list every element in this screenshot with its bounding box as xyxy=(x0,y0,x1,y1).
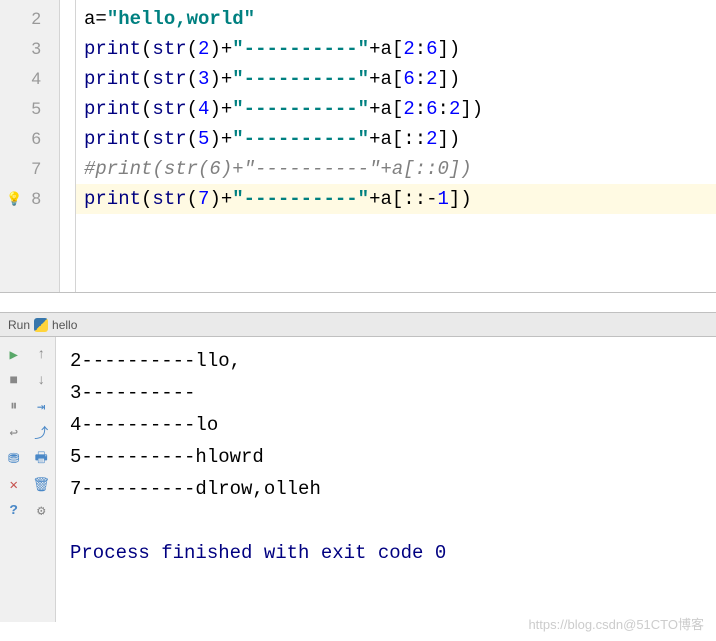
console-line: 4----------lo xyxy=(70,409,702,441)
code-line[interactable]: print(str(5)+"----------"+a[::2]) xyxy=(76,124,716,154)
trash-icon[interactable]: 🗑 xyxy=(31,475,51,495)
code-area[interactable]: a="hello,world"print(str(2)+"----------"… xyxy=(76,0,716,292)
scroll-up-icon[interactable]: ↑ xyxy=(31,345,51,365)
python-icon xyxy=(34,318,48,332)
divider xyxy=(0,293,716,313)
scroll-down-icon[interactable]: ↓ xyxy=(31,371,51,391)
console-line: 3---------- xyxy=(70,377,702,409)
run-tab-bar[interactable]: Run hello xyxy=(0,313,716,337)
line-number: 6 xyxy=(0,124,59,154)
step-icon[interactable]: ⇥ xyxy=(31,397,51,417)
code-line[interactable]: a="hello,world" xyxy=(76,4,716,34)
console-line: Process finished with exit code 0 xyxy=(70,537,702,569)
export-icon[interactable]: ⤴ xyxy=(31,423,51,443)
line-number: 2 xyxy=(0,4,59,34)
console-line: 7----------dlrow,olleh xyxy=(70,473,702,505)
run-icon[interactable]: ▶ xyxy=(4,345,24,365)
run-toolbar: ▶ ↑ ■ ↓ ⏸ ⇥ ↩ ⤴ ⛃ 🖶 ✕ 🗑 ? ⚙ xyxy=(0,337,56,622)
console-line: 2----------llo, xyxy=(70,345,702,377)
console-panel: ▶ ↑ ■ ↓ ⏸ ⇥ ↩ ⤴ ⛃ 🖶 ✕ 🗑 ? ⚙ 2----------l… xyxy=(0,337,716,622)
console-line: 5----------hlowrd xyxy=(70,441,702,473)
pause-icon[interactable]: ⏸ xyxy=(4,397,24,417)
print-icon[interactable]: 🖶 xyxy=(31,449,51,469)
line-number: 3 xyxy=(0,34,59,64)
close-icon[interactable]: ✕ xyxy=(4,475,24,495)
code-line[interactable]: print(str(2)+"----------"+a[2:6]) xyxy=(76,34,716,64)
fold-strip xyxy=(60,0,76,292)
console-line xyxy=(70,505,702,537)
wrap-icon[interactable]: ↩ xyxy=(4,423,24,443)
gutter: 2345678 xyxy=(0,0,60,292)
line-number: 7 xyxy=(0,154,59,184)
script-name: hello xyxy=(52,318,77,332)
help-icon[interactable]: ? xyxy=(4,501,24,521)
filter-icon[interactable]: ⛃ xyxy=(4,449,24,469)
line-number: 8 xyxy=(0,184,59,214)
stop-icon[interactable]: ■ xyxy=(4,371,24,391)
watermark: https://blog.csdn@51CTO博客 xyxy=(528,614,704,633)
console-output[interactable]: 2----------llo,3----------4----------lo5… xyxy=(56,337,716,622)
code-line[interactable]: print(str(3)+"----------"+a[6:2]) xyxy=(76,64,716,94)
code-line[interactable]: #print(str(6)+"----------"+a[::0]) xyxy=(76,154,716,184)
line-number: 5 xyxy=(0,94,59,124)
code-editor: 2345678 a="hello,world"print(str(2)+"---… xyxy=(0,0,716,293)
gear-icon[interactable]: ⚙ xyxy=(31,501,51,521)
run-label: Run xyxy=(8,318,30,332)
code-line[interactable]: print(str(4)+"----------"+a[2:6:2]) xyxy=(76,94,716,124)
line-number: 4 xyxy=(0,64,59,94)
code-line[interactable]: print(str(7)+"----------"+a[::-1]) xyxy=(76,184,716,214)
